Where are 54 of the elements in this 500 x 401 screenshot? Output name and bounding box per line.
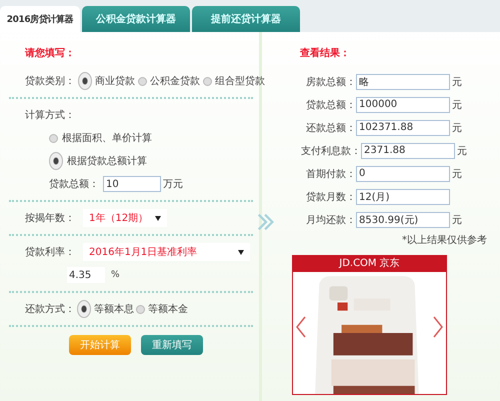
radio-button[interactable] [49, 134, 58, 142]
results-heading: 查看结果： [299, 46, 351, 60]
unit-label: 元 [452, 98, 462, 112]
unit-label: 元 [452, 214, 462, 226]
field-label: 贷款总额： [49, 178, 99, 191]
unit-label: 元 [452, 76, 462, 88]
result-field[interactable]: 12(月) [356, 188, 450, 204]
result-label: 支付利息款： [300, 144, 361, 158]
radio-label: 根据贷款总额计算 [67, 154, 147, 168]
field-label: 计算方式： [25, 108, 75, 122]
unit-label: 元 [452, 168, 462, 180]
radio-label: 公积金贷款 [150, 74, 200, 88]
tab[interactable]: 2016房贷计算器 [0, 6, 80, 32]
unit-label: 元 [457, 144, 467, 158]
result-label: 贷款总额： [305, 98, 356, 112]
result-field[interactable]: 8530.99(元) [356, 212, 450, 228]
result-field[interactable]: 102371.88 [356, 120, 450, 136]
result-field[interactable]: 100000 [356, 96, 450, 112]
form-heading: 请您填写： [24, 46, 76, 60]
loan-amount-field[interactable]: 10 [103, 176, 161, 192]
field-label: 按揭年数： [25, 212, 76, 225]
radio-label: 根据面积、单价计算 [62, 132, 152, 145]
field-label: 贷款利率： [25, 246, 76, 259]
field-label: 贷款类别： [25, 74, 75, 88]
field-label: 还款方式： [25, 302, 75, 316]
radio-button[interactable] [78, 72, 92, 90]
radio-label: 等额本金 [148, 302, 188, 316]
reset-button[interactable]: 重新填写 [141, 335, 203, 355]
radio-button[interactable] [136, 304, 145, 314]
result-field[interactable]: 略 [356, 74, 450, 90]
result-label: 首期付款： [305, 168, 356, 180]
radio-button[interactable] [203, 76, 212, 86]
result-field[interactable]: 0 [356, 166, 450, 182]
radio-label: 商业贷款 [95, 74, 135, 88]
result-label: 房款总额： [305, 76, 356, 88]
result-field[interactable]: 2371.88 [361, 142, 455, 158]
radio-button[interactable] [49, 152, 63, 170]
result-label: 还款总额： [305, 122, 356, 134]
rate-dropdown[interactable]: 2016年1月1日基准利率 [83, 243, 250, 261]
ad-brand-label: JD.COM 京东 [293, 256, 446, 272]
radio-label: 组合型贷款 [215, 74, 265, 88]
caret-icon [238, 250, 244, 254]
rate-field[interactable]: 4.35 [67, 267, 105, 283]
years-dropdown[interactable]: 1年（12期） [83, 209, 167, 227]
unit-label: 万元 [163, 178, 183, 191]
unit-label: 元 [452, 122, 462, 134]
unit-label: % [111, 270, 120, 280]
caret-icon [155, 216, 161, 220]
disclaimer-note: *以上结果仅供参考 [401, 234, 488, 247]
radio-button[interactable] [138, 76, 147, 86]
radio-button[interactable] [77, 300, 91, 318]
result-label: 贷款月数： [305, 190, 356, 204]
result-label: 月均还款： [305, 214, 356, 226]
radio-label: 等额本息 [94, 302, 134, 316]
